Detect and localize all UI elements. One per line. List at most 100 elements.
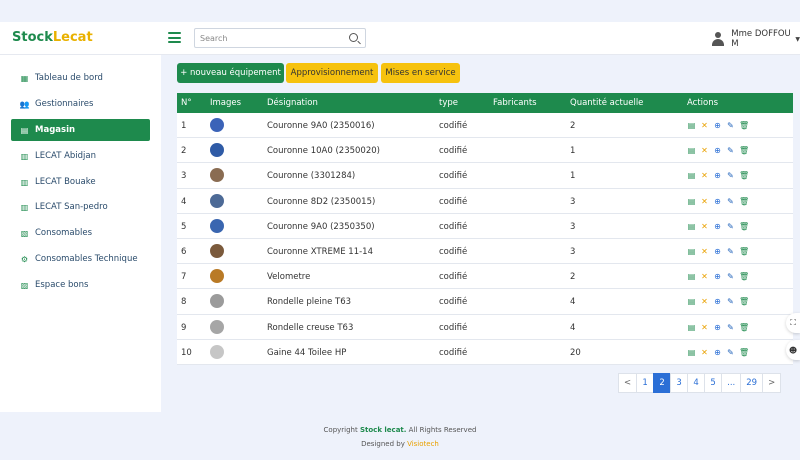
- edit-icon[interactable]: ✎: [726, 297, 735, 306]
- trash-icon[interactable]: 🗑: [739, 348, 749, 357]
- trash-icon[interactable]: 🗑: [739, 171, 749, 180]
- pagination-page-1[interactable]: 1: [636, 373, 655, 393]
- boxes-icon: ▧: [20, 228, 29, 238]
- view-icon[interactable]: ▤: [687, 121, 696, 130]
- commissioning-button[interactable]: Mises en service: [381, 63, 460, 83]
- add-circle-icon[interactable]: ⊕: [713, 247, 722, 256]
- edit-icon[interactable]: ✎: [726, 146, 735, 155]
- table-row: 1 Couronne 9A0 (2350016) codifié 2 ▤ ✕ ⊕ ✎ 🗑: [177, 113, 793, 139]
- trash-icon[interactable]: 🗑: [739, 121, 749, 130]
- item-thumbnail[interactable]: [210, 243, 224, 258]
- item-thumbnail[interactable]: [210, 344, 224, 359]
- add-circle-icon[interactable]: ⊕: [713, 171, 722, 180]
- cancel-icon[interactable]: ✕: [700, 247, 709, 256]
- item-thumbnail[interactable]: [210, 294, 224, 309]
- item-thumbnail[interactable]: [210, 118, 224, 132]
- search-input[interactable]: [195, 29, 335, 47]
- add-circle-icon[interactable]: ⊕: [713, 121, 722, 130]
- item-thumbnail[interactable]: [210, 319, 224, 334]
- view-icon[interactable]: ▤: [687, 247, 696, 256]
- edit-icon[interactable]: ✎: [726, 247, 735, 256]
- add-circle-icon[interactable]: ⊕: [713, 323, 722, 332]
- add-circle-icon[interactable]: ⊕: [713, 297, 722, 306]
- item-thumbnail[interactable]: [210, 143, 224, 158]
- sidebar-item-lecat-abidjan[interactable]: ▥ LECAT Abidjan: [11, 145, 150, 167]
- user-name: Mme DOFFOU M: [731, 29, 791, 49]
- cancel-icon[interactable]: ✕: [700, 222, 709, 231]
- pagination-next-button[interactable]: >: [762, 373, 782, 393]
- view-icon[interactable]: ▤: [687, 323, 696, 332]
- brand-logo[interactable]: StockLecat: [12, 30, 93, 45]
- edit-icon[interactable]: ✎: [726, 222, 735, 231]
- cancel-icon[interactable]: ✕: [700, 171, 709, 180]
- cancel-icon[interactable]: ✕: [700, 121, 709, 130]
- view-icon[interactable]: ▤: [687, 348, 696, 357]
- trash-icon[interactable]: 🗑: [739, 323, 749, 332]
- cancel-icon[interactable]: ✕: [700, 197, 709, 206]
- copyright-brand[interactable]: Stock lecat.: [360, 426, 406, 434]
- sidebar-item-magasin[interactable]: ▤ Magasin: [11, 119, 150, 141]
- add-circle-icon[interactable]: ⊕: [713, 197, 722, 206]
- cancel-icon[interactable]: ✕: [700, 146, 709, 155]
- sidebar-item-tableau-de-bord[interactable]: ▦ Tableau de bord: [11, 67, 150, 89]
- pagination-page-2[interactable]: 2: [653, 373, 672, 393]
- edit-icon[interactable]: ✎: [726, 121, 735, 130]
- view-icon[interactable]: ▤: [687, 146, 696, 155]
- cancel-icon[interactable]: ✕: [700, 323, 709, 332]
- item-thumbnail[interactable]: [210, 269, 224, 284]
- sidebar-item-lecat-san-pedro[interactable]: ▥ LECAT San-pedro: [11, 196, 150, 218]
- sidebar-item-gestionnaires[interactable]: 👥 Gestionnaires: [11, 93, 150, 115]
- menu-toggle-icon[interactable]: [168, 32, 181, 43]
- edit-icon[interactable]: ✎: [726, 348, 735, 357]
- cancel-icon[interactable]: ✕: [700, 348, 709, 357]
- supply-button[interactable]: Approvisionnement: [286, 63, 378, 83]
- trash-icon[interactable]: 🗑: [739, 247, 749, 256]
- table-row: 5 Couronne 9A0 (2350350) codifié 3 ▤ ✕ ⊕ ✎ 🗑: [177, 213, 793, 239]
- user-menu[interactable]: Mme DOFFOU M ▼: [711, 29, 800, 49]
- pagination-page-5[interactable]: 5: [704, 373, 723, 393]
- edit-icon[interactable]: ✎: [726, 171, 735, 180]
- pagination-prev-button[interactable]: <: [618, 373, 638, 393]
- trash-icon[interactable]: 🗑: [739, 197, 749, 206]
- edit-icon[interactable]: ✎: [726, 272, 735, 281]
- edit-icon[interactable]: ✎: [726, 197, 735, 206]
- chat-assistant-icon[interactable]: ☻: [786, 340, 800, 360]
- sidebar-item-consomables-technique[interactable]: ⚙ Consomables Technique: [11, 248, 150, 270]
- view-icon[interactable]: ▤: [687, 171, 696, 180]
- sidebar-item-espace-bons[interactable]: ▨ Espace bons: [11, 274, 150, 296]
- cancel-icon[interactable]: ✕: [700, 272, 709, 281]
- item-thumbnail[interactable]: [210, 218, 224, 233]
- item-thumbnail[interactable]: [210, 168, 224, 183]
- view-icon[interactable]: ▤: [687, 197, 696, 206]
- translate-icon[interactable]: ⛶: [786, 313, 800, 333]
- search-icon[interactable]: [349, 33, 358, 42]
- sidebar-item-lecat-bouake[interactable]: ▥ LECAT Bouake: [11, 171, 150, 193]
- item-thumbnail[interactable]: [210, 193, 224, 208]
- new-equipment-button[interactable]: + nouveau équipement: [177, 63, 284, 83]
- trash-icon[interactable]: 🗑: [739, 272, 749, 281]
- trash-icon[interactable]: 🗑: [739, 146, 749, 155]
- table-row: 8 Rondelle pleine T63 codifié 4 ▤ ✕ ⊕ ✎ 🗑: [177, 289, 793, 315]
- item-designation: Rondelle creuse T63: [267, 322, 354, 333]
- view-icon[interactable]: ▤: [687, 222, 696, 231]
- pagination-page-29[interactable]: 29: [740, 373, 764, 393]
- brand-part-lecat: Lecat: [52, 30, 93, 45]
- add-circle-icon[interactable]: ⊕: [713, 146, 722, 155]
- add-circle-icon[interactable]: ⊕: [713, 348, 722, 357]
- view-icon[interactable]: ▤: [687, 297, 696, 306]
- add-circle-icon[interactable]: ⊕: [713, 272, 722, 281]
- designer-link[interactable]: Visiotech: [407, 440, 439, 448]
- sidebar-item-consomables[interactable]: ▧ Consomables: [11, 222, 150, 244]
- edit-icon[interactable]: ✎: [726, 323, 735, 332]
- pagination-ellipsis[interactable]: ...: [721, 373, 742, 393]
- sidebar-item-label: LECAT Abidjan: [35, 151, 97, 161]
- trash-icon[interactable]: 🗑: [739, 222, 749, 231]
- pagination-page-4[interactable]: 4: [687, 373, 706, 393]
- add-circle-icon[interactable]: ⊕: [713, 222, 722, 231]
- item-type: codifié: [439, 347, 468, 358]
- view-icon[interactable]: ▤: [687, 272, 696, 281]
- pagination-page-3[interactable]: 3: [670, 373, 689, 393]
- cancel-icon[interactable]: ✕: [700, 297, 709, 306]
- trash-icon[interactable]: 🗑: [739, 297, 749, 306]
- item-quantity: 2: [570, 121, 576, 131]
